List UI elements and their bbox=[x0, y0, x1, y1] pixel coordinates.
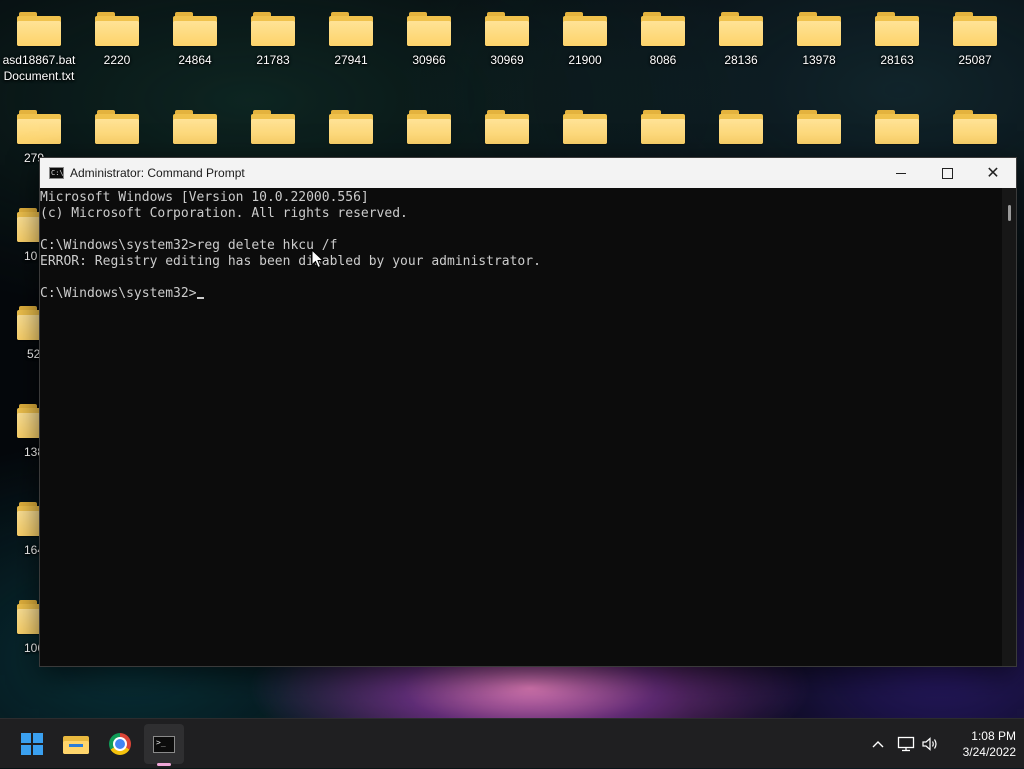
minimize-icon bbox=[896, 172, 906, 174]
desktop-icon-2220[interactable]: 2220 bbox=[78, 0, 156, 96]
folder-icon bbox=[329, 12, 373, 46]
window-titlebar[interactable]: C:\ Administrator: Command Prompt ✕ bbox=[40, 158, 1016, 188]
console-prompt-line[interactable]: C:\Windows\system32> bbox=[40, 286, 1002, 302]
taskbar: >_ 1:08 PM 3/24/2022 bbox=[0, 718, 1024, 768]
clock-date: 3/24/2022 bbox=[962, 745, 1016, 759]
desktop-icon-13978[interactable]: 13978 bbox=[780, 0, 858, 96]
maximize-icon bbox=[941, 167, 953, 179]
folder-icon bbox=[251, 12, 295, 46]
desktop-icon-label: 2220 bbox=[103, 53, 131, 67]
window-title: Administrator: Command Prompt bbox=[70, 166, 245, 180]
desktop-icon-label: 30969 bbox=[490, 53, 524, 67]
folder-icon bbox=[17, 12, 61, 46]
folder-icon bbox=[719, 12, 763, 46]
desktop-icon-label: 21900 bbox=[568, 53, 602, 67]
console-line: ERROR: Registry editing has been disable… bbox=[40, 254, 541, 269]
desktop-icon-24864[interactable]: 24864 bbox=[156, 0, 234, 96]
chevron-up-icon bbox=[872, 741, 884, 748]
show-hidden-icons-button[interactable] bbox=[866, 719, 890, 769]
active-app-indicator bbox=[157, 763, 171, 766]
folder-icon bbox=[407, 110, 451, 144]
command-prompt-taskbar-button[interactable]: >_ bbox=[144, 724, 184, 764]
folder-icon bbox=[173, 110, 217, 144]
folder-icon bbox=[95, 12, 139, 46]
vertical-scrollbar[interactable] bbox=[1002, 188, 1016, 666]
desktop-icon-30969[interactable]: 30969 bbox=[468, 0, 546, 96]
command-prompt-window[interactable]: C:\ Administrator: Command Prompt ✕ Micr… bbox=[39, 157, 1017, 667]
console-line: Microsoft Windows [Version 10.0.22000.55… bbox=[40, 190, 369, 205]
cmd-icon: C:\ bbox=[49, 167, 64, 179]
desktop-icon-27941[interactable]: 27941 bbox=[312, 0, 390, 96]
folder-icon bbox=[641, 12, 685, 46]
mouse-pointer-icon bbox=[311, 249, 325, 269]
folder-icon bbox=[485, 12, 529, 46]
folder-icon bbox=[641, 110, 685, 144]
minimize-button[interactable] bbox=[878, 158, 924, 188]
desktop-icon-28136[interactable]: 28136 bbox=[702, 0, 780, 96]
scrollbar-thumb[interactable] bbox=[1008, 205, 1011, 221]
desktop-icon-label: 30966 bbox=[412, 53, 446, 67]
text-cursor bbox=[196, 297, 204, 299]
folder-icon bbox=[329, 110, 373, 144]
desktop-icon-label: asd18867.bat Document.txt bbox=[2, 53, 76, 83]
folder-icon bbox=[797, 12, 841, 46]
chrome-button[interactable] bbox=[100, 724, 140, 764]
desktop-icon-8086[interactable]: 8086 bbox=[624, 0, 702, 96]
desktop-icon-label: 24864 bbox=[178, 53, 212, 67]
desktop-icon-30966[interactable]: 30966 bbox=[390, 0, 468, 96]
desktop-icon-label: 28163 bbox=[880, 53, 914, 67]
folder-icon bbox=[251, 110, 295, 144]
folder-icon bbox=[719, 110, 763, 144]
console-output[interactable]: Microsoft Windows [Version 10.0.22000.55… bbox=[40, 188, 1002, 666]
desktop-icon-asd18867[interactable]: asd18867.bat Document.txt bbox=[0, 0, 78, 96]
console-line: C:\Windows\system32>reg delete hkcu /f bbox=[40, 238, 338, 253]
windows-logo-icon bbox=[21, 733, 43, 755]
desktop-icon-label: 13978 bbox=[802, 53, 836, 67]
console-prompt: C:\Windows\system32> bbox=[40, 286, 197, 301]
folder-icon bbox=[173, 12, 217, 46]
folder-icon bbox=[953, 110, 997, 144]
volume-icon bbox=[922, 737, 937, 751]
network-icon bbox=[897, 736, 915, 752]
folder-icon bbox=[875, 110, 919, 144]
console-line: (c) Microsoft Corporation. All rights re… bbox=[40, 206, 408, 221]
start-button[interactable] bbox=[12, 724, 52, 764]
folder-icon bbox=[563, 12, 607, 46]
desktop-icon-label: 25087 bbox=[958, 53, 992, 67]
desktop-icon-label: 27941 bbox=[334, 53, 368, 67]
desktop-icon-28163[interactable]: 28163 bbox=[858, 0, 936, 96]
desktop-icon-label: 28136 bbox=[724, 53, 758, 67]
folder-icon bbox=[63, 734, 89, 754]
desktop-icon-25087[interactable]: 25087 bbox=[936, 0, 1014, 96]
folder-icon bbox=[407, 12, 451, 46]
folder-icon bbox=[17, 110, 61, 144]
desktop-icon-21900[interactable]: 21900 bbox=[546, 0, 624, 96]
folder-icon bbox=[875, 12, 919, 46]
folder-icon bbox=[563, 110, 607, 144]
desktop-icon-label: 8086 bbox=[649, 53, 677, 67]
folder-icon bbox=[95, 110, 139, 144]
taskbar-clock[interactable]: 1:08 PM 3/24/2022 bbox=[944, 728, 1016, 760]
folder-icon bbox=[953, 12, 997, 46]
folder-icon bbox=[797, 110, 841, 144]
clock-time: 1:08 PM bbox=[971, 729, 1016, 743]
chrome-icon bbox=[109, 733, 131, 755]
maximize-button[interactable] bbox=[924, 158, 970, 188]
file-explorer-button[interactable] bbox=[56, 724, 96, 764]
desktop-icon-21783[interactable]: 21783 bbox=[234, 0, 312, 96]
desktop-icon-label: 21783 bbox=[256, 53, 290, 67]
close-button[interactable]: ✕ bbox=[970, 158, 1016, 188]
folder-icon bbox=[485, 110, 529, 144]
cmd-icon: >_ bbox=[153, 735, 175, 753]
volume-button[interactable] bbox=[918, 719, 942, 769]
network-button[interactable] bbox=[894, 719, 918, 769]
close-icon: ✕ bbox=[986, 165, 1000, 182]
